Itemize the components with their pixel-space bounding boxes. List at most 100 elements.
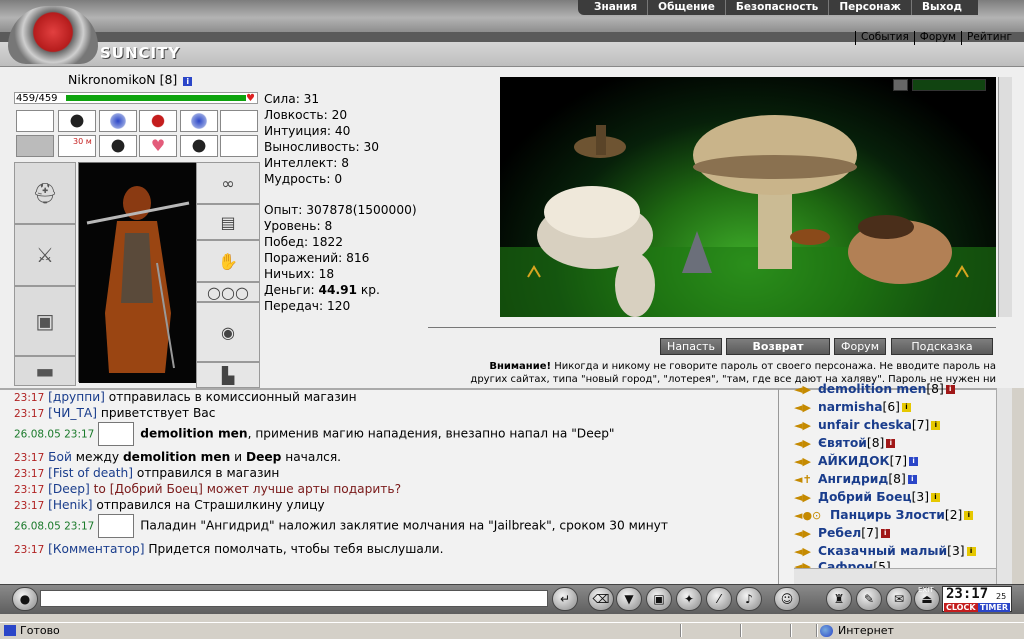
nav-forum[interactable]: Форум — [913, 31, 961, 45]
user-row[interactable]: ◄▶ Сказачный малый [3] i — [794, 542, 976, 560]
nav-events[interactable]: События — [855, 31, 914, 45]
scroll-slot-icon[interactable] — [16, 110, 54, 132]
attack-button[interactable]: Напасть — [660, 338, 722, 355]
private-msg-icon[interactable]: ◄▶ — [794, 401, 818, 414]
timed-slot-icon[interactable]: 30 м — [58, 135, 96, 157]
user-row[interactable]: ◄▶ Добрий Боец [3] i — [794, 488, 940, 506]
filter-icon[interactable]: ▼ — [616, 587, 642, 611]
smile-menu-icon[interactable]: ● — [12, 587, 38, 611]
private-msg-icon[interactable]: ◄▶ — [794, 491, 818, 504]
private-msg-icon[interactable]: ◄▶ — [794, 527, 818, 540]
sword-icon[interactable]: ⚔ — [14, 224, 76, 286]
chat-nick[interactable]: [ЧИ_ТА] — [48, 406, 97, 420]
nav-communication[interactable]: Общение — [647, 0, 725, 15]
info-icon[interactable]: i — [931, 492, 940, 502]
orb-slot-icon[interactable] — [99, 110, 137, 132]
save-icon[interactable]: ▣ — [646, 587, 672, 611]
chat-nick[interactable]: [Комментатор] — [48, 542, 144, 556]
armor-icon[interactable]: ▣ — [14, 286, 76, 356]
sound-icon[interactable]: ♪ — [736, 587, 762, 611]
chat-line: 23:17 Бой между demolition men и Deep на… — [14, 450, 342, 464]
chat-input[interactable] — [40, 590, 548, 607]
info-icon[interactable]: i — [183, 77, 193, 86]
user-row[interactable]: ◄▶ demolition men [8] i — [794, 380, 955, 398]
private-msg-icon[interactable]: ◄▶ — [794, 419, 818, 432]
earrings-icon[interactable]: ∞ — [196, 162, 260, 204]
character-portrait[interactable] — [78, 162, 197, 383]
user-row[interactable]: ◄▶ unfair cheska [7] i — [794, 416, 941, 434]
info-icon[interactable]: i — [880, 528, 890, 538]
smile-icon[interactable]: ☺ — [774, 587, 800, 611]
chat-nick[interactable]: [Deep] — [48, 482, 90, 496]
private-msg-icon[interactable]: ◄▶ — [794, 560, 818, 568]
belt-icon[interactable]: ▬ — [14, 356, 76, 386]
info-icon[interactable]: i — [886, 438, 896, 448]
item-slot-icon[interactable] — [16, 135, 54, 157]
private-msg-icon[interactable]: ◄▶ — [794, 383, 818, 396]
forum-button[interactable]: Форум — [834, 338, 886, 355]
bag-icon[interactable]: ♜ — [826, 587, 852, 611]
private-msg-icon[interactable]: ◄▶ — [794, 545, 818, 558]
city-scene[interactable] — [500, 77, 996, 317]
character-name[interactable]: NikronomikoN [8] i — [68, 72, 193, 87]
divider — [740, 624, 742, 637]
nav-exit[interactable]: Выход — [910, 0, 972, 15]
clear-icon[interactable]: ⌫ — [588, 587, 614, 611]
nav-security[interactable]: Безопасность — [724, 0, 828, 15]
nav-rating[interactable]: Рейтинг — [961, 31, 1017, 45]
hint-button[interactable]: Подсказка — [891, 338, 993, 355]
info-icon[interactable]: i — [931, 420, 941, 430]
gift-icon[interactable]: ✉ — [886, 587, 912, 611]
shield-icon[interactable]: ◉ — [196, 302, 260, 362]
info-icon[interactable]: i — [909, 456, 919, 466]
magic-slot-icon-2[interactable] — [99, 135, 137, 157]
translit-icon[interactable]: ⁄ — [706, 587, 732, 611]
stat-stamina: Выносливость: 30 — [264, 139, 379, 154]
paladin-icon[interactable]: ◄✝ — [794, 473, 818, 486]
private-msg-icon[interactable]: ◄▶ — [794, 437, 818, 450]
empty-slot[interactable] — [220, 110, 258, 132]
user-list-vscrollbar[interactable] — [996, 388, 1012, 584]
return-button[interactable]: Возврат — [726, 338, 830, 355]
user-row[interactable]: ◄▶ Ребел [7] i — [794, 524, 890, 542]
magic-slot-icon-3[interactable] — [180, 135, 218, 157]
stat-experience: Опыт: 307878(1500000) — [264, 203, 417, 218]
info-icon[interactable]: i — [907, 474, 917, 484]
chat-nick[interactable]: [друппи] — [48, 390, 105, 404]
user-row[interactable]: ◄▶ Євятой [8] i — [794, 434, 896, 452]
chat-nick[interactable]: [Henik] — [48, 498, 92, 512]
rings-icon[interactable]: ○○○ — [196, 282, 260, 302]
power-icon[interactable] — [893, 79, 908, 91]
helmet-icon[interactable]: ⛑ — [14, 162, 76, 224]
info-icon[interactable]: i — [964, 510, 974, 520]
nav-knowledge[interactable]: Знания — [584, 0, 647, 15]
bracers-icon[interactable]: ▤ — [196, 204, 260, 240]
empty-slot-2[interactable] — [220, 135, 258, 157]
info-icon[interactable]: i — [945, 384, 955, 394]
info-icon[interactable]: i — [966, 546, 976, 556]
attack-slot-icon[interactable] — [139, 110, 177, 132]
clan-icon[interactable]: ◄●⊙ — [794, 509, 830, 522]
private-msg-icon[interactable]: ◄▶ — [794, 455, 818, 468]
user-row[interactable]: ◄✝ Ангидрид [8] i — [794, 470, 917, 488]
chat-nick[interactable]: [Fist of death] — [48, 466, 133, 480]
user-row[interactable]: ◄▶ АЙКИДОК [7] i — [794, 452, 919, 470]
walk-icon[interactable]: ✦ — [676, 587, 702, 611]
heal-slot-icon[interactable]: ♥ — [139, 135, 177, 157]
user-row[interactable]: ◄▶ narmisha [6] i — [794, 398, 911, 416]
send-icon[interactable]: ↵ — [552, 587, 578, 611]
scene-scrollbar[interactable] — [998, 77, 1012, 317]
timer-label[interactable]: TIMER — [978, 603, 1011, 612]
orb-slot-icon-2[interactable] — [180, 110, 218, 132]
battle-link[interactable]: Бой — [48, 450, 72, 464]
info-icon[interactable]: i — [901, 402, 911, 412]
boots-icon[interactable]: ▙ — [196, 362, 260, 388]
user-row[interactable]: ◄▶ Сафрон [5] — [794, 560, 891, 568]
user-row[interactable]: ◄●⊙ Панцирь Злости [2] i — [794, 506, 974, 524]
scroll-icon[interactable]: ✎ — [856, 587, 882, 611]
gloves-icon[interactable]: ✋ — [196, 240, 260, 282]
clock-label[interactable]: CLOCK — [944, 603, 978, 612]
nav-character[interactable]: Персонаж — [828, 0, 911, 15]
magic-slot-icon[interactable] — [58, 110, 96, 132]
user-list-hscrollbar[interactable] — [794, 568, 996, 584]
